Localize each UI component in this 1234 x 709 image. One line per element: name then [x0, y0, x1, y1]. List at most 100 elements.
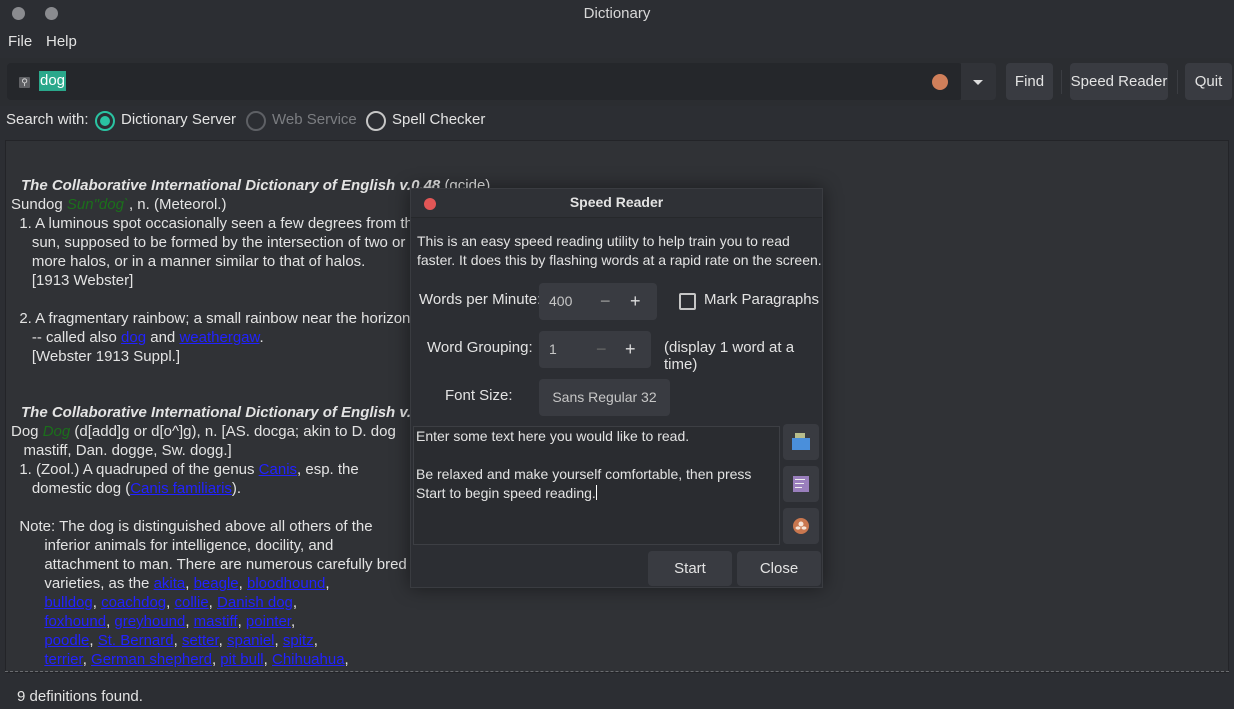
link-breed[interactable]: coachdog	[101, 594, 166, 611]
chevron-down-icon	[973, 80, 983, 85]
definition-line: [Webster 1913 Suppl.]	[11, 348, 180, 365]
radio-dictionary-server[interactable]	[95, 111, 115, 131]
menu-bar: File Help	[0, 28, 1234, 58]
link-canis[interactable]: Canis	[259, 461, 297, 478]
paste-text-icon	[793, 476, 809, 492]
link-breed[interactable]: Danish dog	[217, 594, 293, 611]
link-breed[interactable]: foxhound	[44, 613, 106, 630]
link-canis-familiaris[interactable]: Canis familiaris	[130, 480, 232, 497]
font-size-label: Font Size:	[445, 387, 513, 404]
link-breed[interactable]: pointer	[246, 613, 291, 630]
pronunciation: Sun"dog`	[66, 196, 129, 213]
wpm-spinner[interactable]: 400 − +	[539, 283, 657, 320]
clear-text-button[interactable]	[783, 508, 819, 544]
grouping-hint: (display 1 word at a time)	[664, 339, 795, 373]
definition-text: .	[259, 329, 264, 346]
decrement-icon[interactable]: −	[600, 283, 611, 320]
definition-text: -- called also	[11, 329, 122, 346]
mark-paragraphs-label[interactable]: Mark Paragraphs	[704, 291, 819, 308]
grouping-label: Word Grouping:	[427, 339, 533, 356]
clear-text-icon	[793, 518, 809, 534]
link-breed[interactable]: spitz	[283, 632, 314, 649]
radio-label-dictionary-server[interactable]: Dictionary Server	[121, 111, 236, 128]
link-breed[interactable]: St. Bernard	[98, 632, 174, 649]
font-chooser-button[interactable]: Sans Regular 32	[539, 379, 670, 416]
title-bar: Dictionary	[0, 0, 1234, 28]
link-breed[interactable]: German shepherd	[91, 651, 212, 668]
link-breed[interactable]: pit bull	[220, 651, 263, 668]
wpm-label: Words per Minute:	[419, 291, 542, 308]
search-icon: ⚲	[19, 77, 30, 88]
window-title: Dictionary	[583, 5, 651, 22]
open-file-button[interactable]	[783, 424, 819, 460]
toolbar: ⚲ dog Find Speed Reader Quit	[0, 58, 1234, 106]
link-breed[interactable]: setter	[182, 632, 219, 649]
link-breed[interactable]: terrier	[44, 651, 82, 668]
dialog-title: Speed Reader	[569, 194, 664, 210]
search-input[interactable]: ⚲ dog	[7, 63, 962, 100]
definition-text: , esp. the	[297, 461, 359, 478]
link-breed[interactable]: poodle	[44, 632, 89, 649]
status-text: 9 definitions found.	[17, 688, 143, 705]
paste-text-button[interactable]	[783, 466, 819, 502]
link-breed[interactable]: greyhound	[114, 613, 185, 630]
link-dog[interactable]: dog	[121, 329, 146, 346]
pane-divider[interactable]	[5, 671, 1229, 672]
speed-reader-button[interactable]: Speed Reader	[1070, 63, 1168, 100]
find-button[interactable]: Find	[1006, 63, 1053, 100]
wpm-value[interactable]: 400	[549, 283, 572, 320]
clear-icon[interactable]	[932, 74, 948, 90]
definition-line: inferior animals for intelligence, docil…	[11, 537, 334, 554]
link-breed[interactable]: mastiff	[194, 613, 238, 630]
start-button[interactable]: Start	[648, 551, 732, 586]
dictionary-source: The Collaborative International Dictiona…	[21, 404, 441, 421]
link-breed[interactable]: Chihuahua	[272, 651, 345, 668]
definition-line: 2. A fragmentary rainbow; a small rainbo…	[11, 310, 415, 327]
separator	[1061, 70, 1062, 94]
quit-button[interactable]: Quit	[1185, 63, 1232, 100]
definition-line: mastiff, Dan. dogge, Sw. dogg.]	[11, 442, 232, 459]
grouping-value[interactable]: 1	[549, 331, 557, 368]
definition-text: ).	[231, 480, 242, 497]
link-breed[interactable]: collie	[174, 594, 208, 611]
definition-line: attachment to man. There are numerous ca…	[11, 556, 407, 573]
menu-help[interactable]: Help	[46, 33, 77, 50]
search-with-row: Search with: Dictionary Server Web Servi…	[0, 108, 1234, 134]
link-breed[interactable]: spaniel	[227, 632, 275, 649]
definition-text: 1. (Zool.) A quadruped of the genus	[11, 461, 259, 478]
text-cursor	[595, 485, 597, 500]
definition-text: , n. (Meteorol.)	[128, 196, 227, 213]
definition-line: [1913 Webster]	[11, 272, 134, 289]
radio-label-web-service: Web Service	[272, 111, 357, 128]
definition-text: and	[146, 329, 180, 346]
link-breed[interactable]: akita	[154, 575, 186, 592]
link-breed[interactable]: bloodhound	[247, 575, 325, 592]
dictionary-source: The Collaborative International Dictiona…	[21, 177, 441, 194]
link-breed[interactable]: bulldog	[44, 594, 92, 611]
separator	[1177, 70, 1178, 94]
search-with-label: Search with:	[6, 111, 89, 128]
open-file-icon	[792, 433, 810, 450]
dialog-header: Speed Reader	[411, 189, 822, 218]
increment-icon[interactable]: +	[630, 283, 641, 320]
increment-icon[interactable]: +	[625, 331, 636, 368]
link-weathergaw[interactable]: weathergaw	[179, 329, 259, 346]
search-value[interactable]: dog	[39, 71, 67, 91]
dialog-description: This is an easy speed reading utility to…	[417, 233, 822, 268]
speed-reader-dialog: Speed Reader This is an easy speed readi…	[410, 188, 823, 588]
radio-web-service	[246, 111, 266, 131]
mark-paragraphs-checkbox[interactable]	[679, 293, 696, 310]
headword: Dog	[11, 423, 39, 440]
search-history-dropdown[interactable]	[961, 63, 996, 100]
radio-label-spell-checker[interactable]: Spell Checker	[392, 111, 485, 128]
headword: Sundog	[11, 196, 63, 213]
reading-text-area[interactable]: Enter some text here you would like to r…	[413, 426, 780, 545]
reading-text[interactable]: Enter some text here you would like to r…	[416, 428, 755, 501]
menu-file[interactable]: File	[8, 33, 32, 50]
link-breed[interactable]: beagle	[194, 575, 239, 592]
close-button[interactable]: Close	[737, 551, 821, 586]
radio-spell-checker[interactable]	[366, 111, 386, 131]
definition-line: more halos, or in a manner similar to th…	[11, 253, 366, 270]
grouping-spinner[interactable]: 1 − +	[539, 331, 651, 368]
decrement-icon: −	[596, 339, 607, 359]
